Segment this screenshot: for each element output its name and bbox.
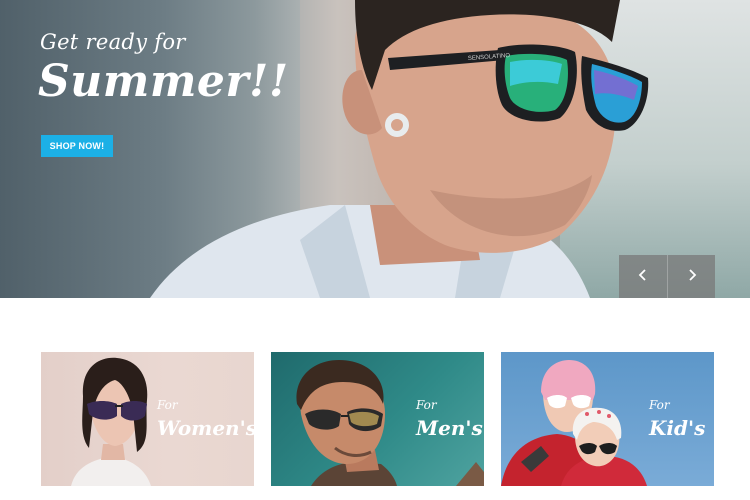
chevron-right-icon (687, 268, 697, 286)
men-category-title: Men's (416, 416, 483, 440)
women-for-label: For (157, 398, 178, 412)
slider-next-button[interactable] (667, 255, 715, 298)
chevron-left-icon (638, 268, 648, 286)
men-for-label: For (416, 398, 437, 412)
slider-prev-button[interactable] (619, 255, 667, 298)
category-card-women[interactable]: For Women's (41, 352, 254, 486)
hero-title: Summer!! (38, 56, 289, 107)
category-card-kids[interactable]: For Kid's (501, 352, 714, 486)
kids-category-title: Kid's (649, 416, 706, 440)
category-card-men[interactable]: For Men's (271, 352, 484, 486)
kids-for-label: For (649, 398, 670, 412)
hero-subtitle: Get ready for (40, 30, 186, 54)
shop-now-button[interactable]: SHOP NOW! (41, 135, 113, 157)
hero-banner: SENSOLATINO Get ready for Summer!! SHOP … (0, 0, 750, 298)
women-category-title: Women's (157, 416, 254, 440)
